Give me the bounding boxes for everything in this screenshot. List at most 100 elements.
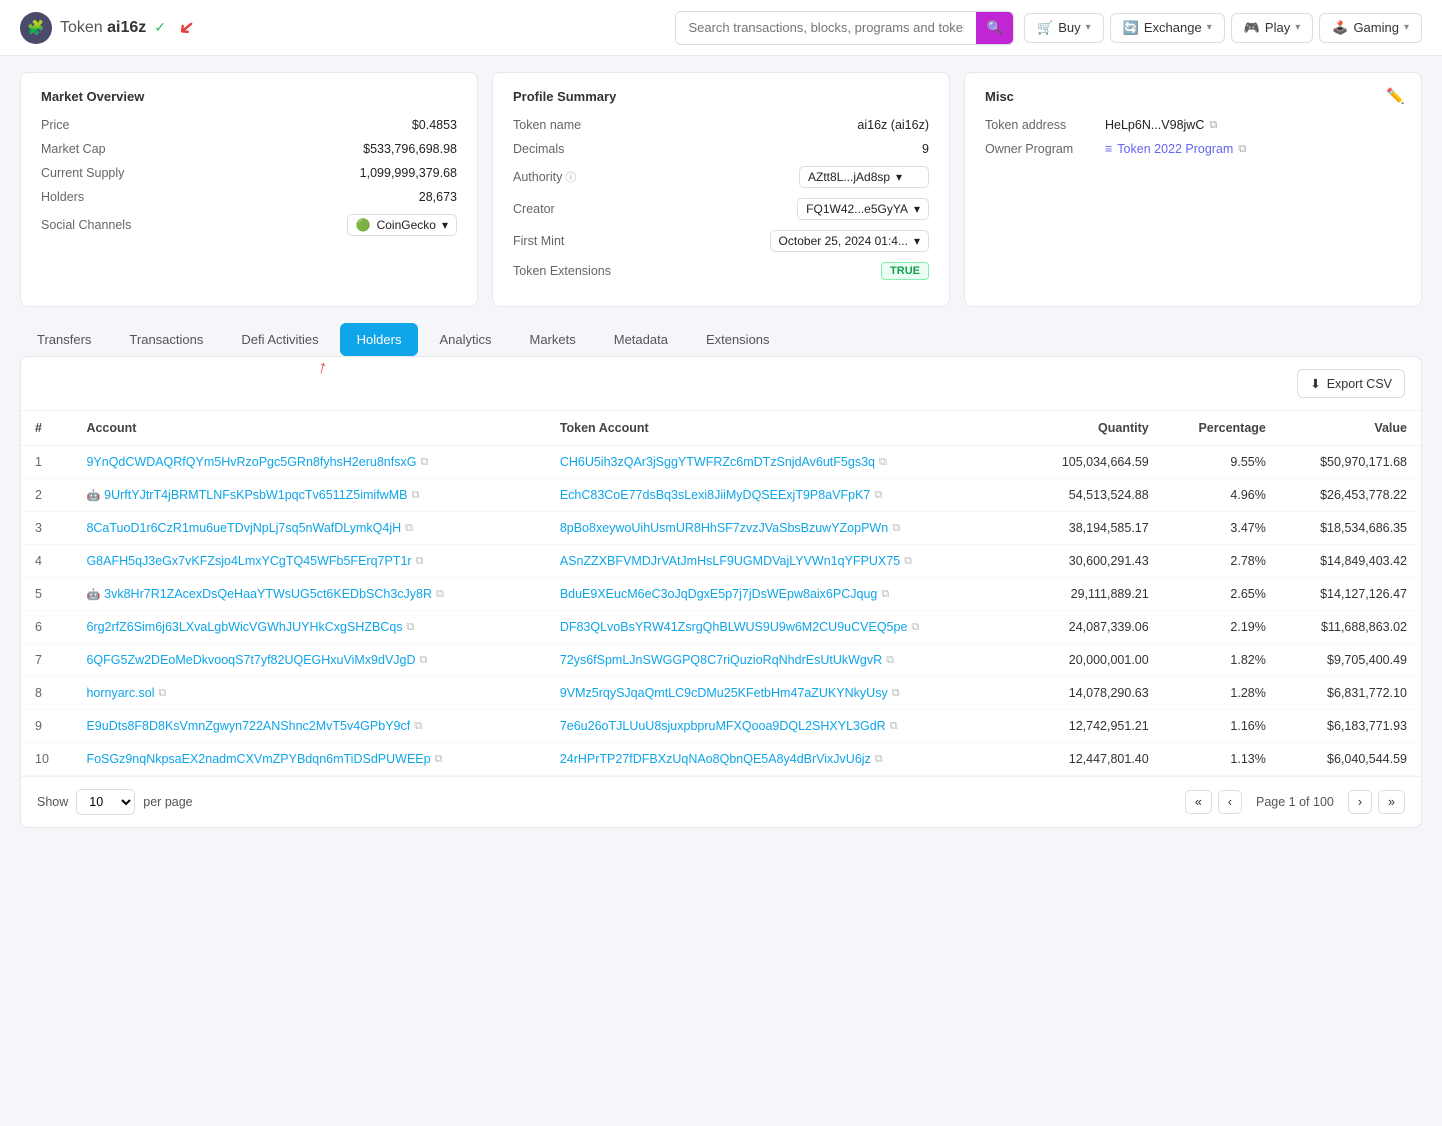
token-account-link[interactable]: 72ys6fSpmLJnSWGGPQ8C7riQuzioRqNhdrEsUtUk… bbox=[560, 653, 882, 667]
bot-icon: 🤖 bbox=[86, 588, 100, 601]
owner-program-copy-icon[interactable]: ⧉ bbox=[1238, 143, 1246, 156]
tab-defi-activities[interactable]: Defi Activities bbox=[224, 323, 335, 356]
account-copy-icon[interactable]: ⧉ bbox=[420, 654, 428, 667]
token-account-link[interactable]: 24rHPrTP27fDFBXzUqNAo8QbnQE5A8y4dBrVixJv… bbox=[560, 752, 871, 766]
row-value: $14,127,126.47 bbox=[1280, 578, 1421, 611]
tab-transactions[interactable]: Transactions bbox=[112, 323, 220, 356]
account-copy-icon[interactable]: ⧉ bbox=[416, 555, 424, 568]
tab-markets[interactable]: Markets bbox=[513, 323, 593, 356]
account-link[interactable]: 3vk8Hr7R1ZAcexDsQeHaaYTWsUG5ct6KEDbSCh3c… bbox=[104, 587, 432, 601]
account-link[interactable]: 9YnQdCWDAQRfQYm5HvRzoPgc5GRn8fyhsH2eru8n… bbox=[86, 455, 416, 469]
gaming-button[interactable]: 🕹️ Gaming ▾ bbox=[1319, 13, 1422, 43]
row-percentage: 9.55% bbox=[1163, 446, 1280, 479]
holders-label: Holders bbox=[41, 190, 84, 204]
profile-summary-card: Profile Summary Token name ai16z (ai16z)… bbox=[492, 72, 950, 307]
token-account-link[interactable]: 8pBo8xeywoUihUsmUR8HhSF7zvzJVaSbsBzuwYZo… bbox=[560, 521, 888, 535]
account-copy-icon[interactable]: ⧉ bbox=[159, 687, 167, 700]
search-input[interactable] bbox=[676, 13, 976, 42]
profile-summary-title: Profile Summary bbox=[513, 89, 929, 104]
account-link[interactable]: 6QFG5Zw2DEoMeDkvooqS7t7yf82UQEGHxuViMx9d… bbox=[86, 653, 415, 667]
price-label: Price bbox=[41, 118, 69, 132]
misc-card: Misc ✏️ Token address HeLp6N...V98jwC ⧉ … bbox=[964, 72, 1422, 307]
token-account-copy-icon[interactable]: ⧉ bbox=[911, 621, 919, 634]
token-account-link[interactable]: ASnZZXBFVMDJrVAtJmHsLF9UGMDVajLYVWn1qYFP… bbox=[560, 554, 900, 568]
price-value: $0.4853 bbox=[412, 118, 457, 132]
token-account-copy-icon[interactable]: ⧉ bbox=[879, 456, 887, 469]
token-address-copy-icon[interactable]: ⧉ bbox=[1209, 119, 1217, 132]
account-copy-icon[interactable]: ⧉ bbox=[420, 456, 428, 469]
creator-select[interactable]: FQ1W42...e5GyYA ▾ bbox=[797, 198, 929, 220]
social-channels-select[interactable]: 🟢 CoinGecko ▾ bbox=[347, 214, 457, 236]
token-account-copy-icon[interactable]: ⧉ bbox=[892, 522, 900, 535]
tab-transfers[interactable]: Transfers bbox=[20, 323, 108, 356]
token-account-copy-icon[interactable]: ⧉ bbox=[904, 555, 912, 568]
account-copy-icon[interactable]: ⧉ bbox=[414, 720, 422, 733]
per-page-control: Show 10 25 50 100 per page bbox=[37, 789, 193, 815]
row-value: $9,705,400.49 bbox=[1280, 644, 1421, 677]
account-copy-icon[interactable]: ⧉ bbox=[405, 522, 413, 535]
account-link[interactable]: 6rg2rfZ6Sim6j63LXvaLgbWicVGWhJUYHkCxgSHZ… bbox=[86, 620, 402, 634]
token-account-copy-icon[interactable]: ⧉ bbox=[892, 687, 900, 700]
export-icon: ⬇ bbox=[1310, 376, 1320, 391]
row-value: $11,688,863.02 bbox=[1280, 611, 1421, 644]
row-token-account: BduE9XEucM6eC3oJqDgxE5p7j7jDsWEpw8aix6PC… bbox=[546, 578, 1022, 611]
current-supply-row: Current Supply 1,099,999,379.68 bbox=[41, 166, 457, 180]
page-title: Token ai16z bbox=[60, 19, 146, 37]
account-link[interactable]: 8CaTuoD1r6CzR1mu6ueTDvjNpLj7sq5nWafDLymk… bbox=[86, 521, 401, 535]
authority-info-icon[interactable]: ⓘ bbox=[565, 169, 576, 185]
last-page-button[interactable]: » bbox=[1378, 790, 1405, 814]
tab-extensions[interactable]: Extensions bbox=[689, 323, 787, 356]
edit-icon[interactable]: ✏️ bbox=[1386, 87, 1405, 105]
tab-holders[interactable]: Holders bbox=[340, 323, 419, 356]
token-account-link[interactable]: EchC83CoE77dsBq3sLexi8JiiMyDQSEExjT9P8aV… bbox=[560, 488, 871, 502]
search-button[interactable]: 🔍 bbox=[976, 12, 1013, 44]
token-account-copy-icon[interactable]: ⧉ bbox=[890, 720, 898, 733]
holders-row: Holders 28,673 bbox=[41, 190, 457, 204]
token-account-link[interactable]: CH6U5ih3zQAr3jSggYTWFRZc6mDTzSnjdAv6utF5… bbox=[560, 455, 875, 469]
first-page-button[interactable]: « bbox=[1185, 790, 1212, 814]
market-overview-card: Market Overview Price $0.4853 Market Cap… bbox=[20, 72, 478, 307]
token-program-link[interactable]: Token 2022 Program bbox=[1117, 142, 1233, 156]
row-value: $50,970,171.68 bbox=[1280, 446, 1421, 479]
token-account-link[interactable]: DF83QLvoBsYRW41ZsrgQhBLWUS9U9w6M2CU9uCVE… bbox=[560, 620, 908, 634]
token-account-copy-icon[interactable]: ⧉ bbox=[881, 588, 889, 601]
row-value: $6,040,544.59 bbox=[1280, 743, 1421, 776]
misc-title: Misc bbox=[985, 89, 1401, 104]
first-mint-label: First Mint bbox=[513, 234, 564, 248]
account-copy-icon[interactable]: ⧉ bbox=[411, 489, 419, 502]
row-quantity: 12,742,951.21 bbox=[1022, 710, 1163, 743]
token-account-copy-icon[interactable]: ⧉ bbox=[886, 654, 894, 667]
per-page-label: per page bbox=[143, 795, 192, 809]
row-value: $6,183,771.93 bbox=[1280, 710, 1421, 743]
main-content: Market Overview Price $0.4853 Market Cap… bbox=[0, 56, 1442, 844]
account-copy-icon[interactable]: ⧉ bbox=[407, 621, 415, 634]
prev-page-button[interactable]: ‹ bbox=[1218, 790, 1242, 814]
exchange-button[interactable]: 🔄 Exchange ▾ bbox=[1110, 13, 1225, 43]
account-copy-icon[interactable]: ⧉ bbox=[435, 753, 443, 766]
token-account-link[interactable]: 9VMz5rqySJqaQmtLC9cDMu25KFetbHm47aZUKYNk… bbox=[560, 686, 888, 700]
token-account-link[interactable]: 7e6u26oTJLUuU8sjuxpbpruMFXQooa9DQL2SHXYL… bbox=[560, 719, 886, 733]
play-button[interactable]: 🎮 Play ▾ bbox=[1231, 13, 1314, 43]
account-copy-icon[interactable]: ⧉ bbox=[436, 588, 444, 601]
account-link[interactable]: hornyarc.sol bbox=[86, 686, 154, 700]
account-link[interactable]: E9uDts8F8D8KsVmnZgwyn722ANShnc2MvT5v4GPb… bbox=[86, 719, 410, 733]
token-address-label: Token address bbox=[985, 118, 1105, 132]
next-page-button[interactable]: › bbox=[1348, 790, 1372, 814]
per-page-select[interactable]: 10 25 50 100 bbox=[76, 789, 135, 815]
export-csv-button[interactable]: ⬇ Export CSV bbox=[1297, 369, 1405, 398]
account-link[interactable]: G8AFH5qJ3eGx7vKFZsjo4LmxYCgTQ45WFb5FErq7… bbox=[86, 554, 411, 568]
first-mint-select[interactable]: October 25, 2024 01:4... ▾ bbox=[770, 230, 929, 252]
tab-analytics[interactable]: Analytics bbox=[422, 323, 508, 356]
tab-metadata[interactable]: Metadata bbox=[597, 323, 685, 356]
account-link[interactable]: 9UrftYJtrT4jBRMTLNFsKPsbW1pqcTv6511Z5imi… bbox=[104, 488, 407, 502]
token-account-link[interactable]: BduE9XEucM6eC3oJqDgxE5p7j7jDsWEpw8aix6PC… bbox=[560, 587, 878, 601]
row-token-account: ASnZZXBFVMDJrVAtJmHsLF9UGMDVajLYVWn1qYFP… bbox=[546, 545, 1022, 578]
authority-select[interactable]: AZtt8L...jAd8sp ▾ bbox=[799, 166, 929, 188]
token-account-copy-icon[interactable]: ⧉ bbox=[875, 753, 883, 766]
table-row: 1 9YnQdCWDAQRfQYm5HvRzoPgc5GRn8fyhsH2eru… bbox=[21, 446, 1421, 479]
buy-button[interactable]: 🛒 Buy ▾ bbox=[1024, 13, 1104, 43]
account-link[interactable]: FoSGz9nqNkpsaEX2nadmCXVmZPYBdqn6mTiDSdPU… bbox=[86, 752, 430, 766]
col-quantity: Quantity bbox=[1022, 411, 1163, 446]
table-toolbar: ⬇ Export CSV bbox=[21, 357, 1421, 411]
token-account-copy-icon[interactable]: ⧉ bbox=[874, 489, 882, 502]
